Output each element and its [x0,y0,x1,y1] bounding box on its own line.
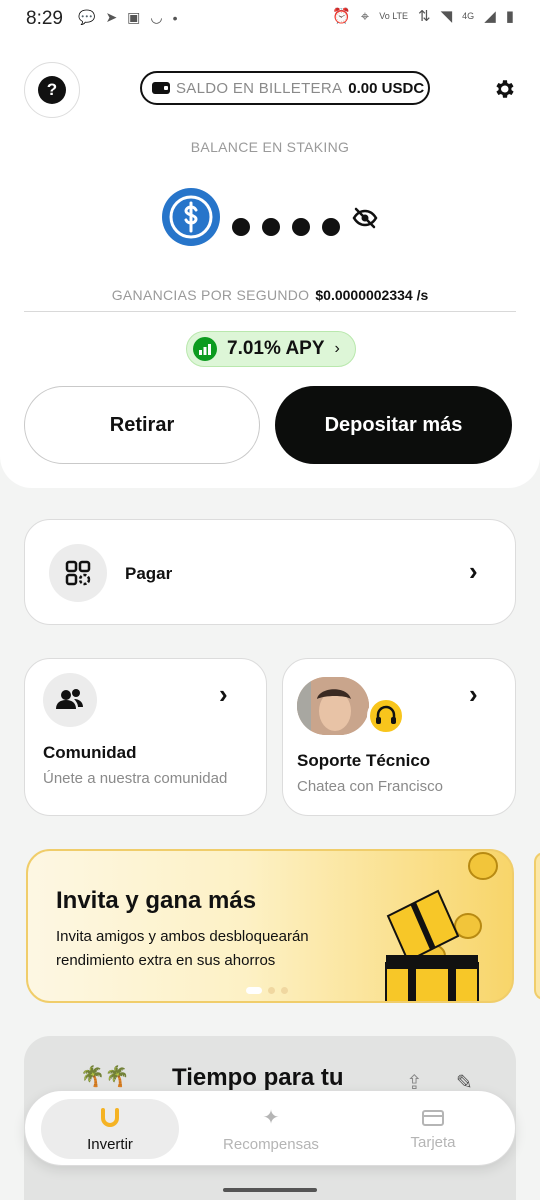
home-indicator[interactable] [223,1188,317,1192]
telegram-icon: ➤ [105,9,118,25]
community-card[interactable]: › Comunidad Únete a nuestra comunidad [24,658,267,816]
help-button[interactable]: ? [24,62,80,118]
app-icon: ▣ [127,9,141,25]
shield-icon: ◡ [150,9,163,25]
mask-dot [232,218,250,236]
support-avatar [297,677,369,735]
help-icon: ? [38,76,66,104]
community-title: Comunidad [43,743,137,762]
wallet-balance-pill[interactable]: SALDO EN BILLETERA 0.00 USDC [140,71,430,105]
mask-dot [322,218,340,236]
users-icon [43,673,97,727]
nav-card[interactable]: Tarjeta [363,1091,503,1167]
hidden-balance [232,218,340,236]
chat-icon: 💬 [78,9,96,25]
eye-off-icon[interactable] [352,206,378,230]
deposit-button[interactable]: Depositar más [275,386,512,464]
chevron-right-icon: › [469,556,478,586]
notification-icons: 💬 ➤ ▣ ◡ • [78,9,178,26]
headset-icon [367,697,405,735]
invite-banner[interactable]: Invita y gana más Invita amigos y ambos … [26,849,514,1003]
system-icons: ⏰ ⌖ Vo LTE ⇅ ◥ 4G ◢ ▮ [332,7,514,26]
nav-invest[interactable]: Invertir [41,1091,179,1167]
gift-coins-illustration [385,852,498,1001]
wifi-icon: ◥ [440,8,453,25]
network-gen-label: 4G [462,10,475,21]
banner-title: Invita y gana más [56,887,257,914]
nav-invest-label: Invertir [87,1135,133,1153]
magnet-icon [101,1107,119,1127]
chevron-right-icon: › [469,679,478,709]
wallet-label: SALDO EN BILLETERA [176,79,343,97]
carousel-dot-active [246,987,262,994]
more-dot-icon: • [172,9,178,26]
wallet-value: 0.00 USDC [348,79,425,97]
pay-label: Pagar [125,564,173,583]
gear-icon[interactable] [492,77,516,101]
volte-label: Vo LTE [379,10,409,21]
earnings-row: GANANCIAS POR SEGUNDO $0.0000002334 /s [0,287,540,303]
support-card[interactable]: › Soporte Técnico Chatea con Francisco [282,658,516,816]
earnings-unit: /s [416,287,429,303]
signal-icon: ◢ [484,8,496,25]
divider [24,311,516,312]
carousel-dot [268,987,275,994]
support-subtitle: Chatea con Francisco [297,778,443,795]
apy-value: 7.01% APY [227,338,325,359]
promo-title: Tiempo para tu [172,1064,344,1091]
location-icon: ⌖ [360,7,370,25]
support-title: Soporte Técnico [297,751,431,770]
chevron-right-icon: › [219,679,228,709]
alarm-icon: ⏰ [332,8,351,25]
community-subtitle: Únete a nuestra comunidad [43,770,228,787]
nav-card-label: Tarjeta [410,1133,456,1151]
pay-card[interactable]: Pagar › [24,519,516,625]
next-banner-peek[interactable] [534,852,540,1000]
nav-rewards-label: Recompensas [223,1136,319,1153]
bottom-nav: Invertir ✦ Recompensas Tarjeta [24,1090,516,1166]
withdraw-button[interactable]: Retirar [24,386,260,464]
status-time: 8:29 [26,8,63,29]
banner-text: Invita amigos y ambos desbloquearán rend… [56,928,309,969]
carousel-dot [281,987,288,994]
apy-badge[interactable]: 7.01% APY › [186,331,356,367]
carousel-indicator [246,987,288,994]
chevron-right-icon: › [334,340,340,357]
qr-scan-icon [49,544,107,602]
data-arrows-icon: ⇅ [418,8,431,25]
credit-card-icon [422,1109,444,1126]
sparkle-icon: ✦ [262,1107,280,1129]
mask-dot [292,218,310,236]
nav-rewards[interactable]: ✦ Recompensas [201,1091,341,1167]
chart-up-icon [193,337,217,361]
earnings-label: GANANCIAS POR SEGUNDO [111,287,310,303]
staking-title: BALANCE EN STAKING [190,139,350,155]
wallet-icon [152,82,170,94]
battery-icon: ▮ [505,8,514,25]
usdc-icon [162,188,220,246]
mask-dot [262,218,280,236]
palm-tree-icon: 🌴🌴 [80,1066,130,1088]
earnings-value: $0.0000002334 [315,287,413,303]
